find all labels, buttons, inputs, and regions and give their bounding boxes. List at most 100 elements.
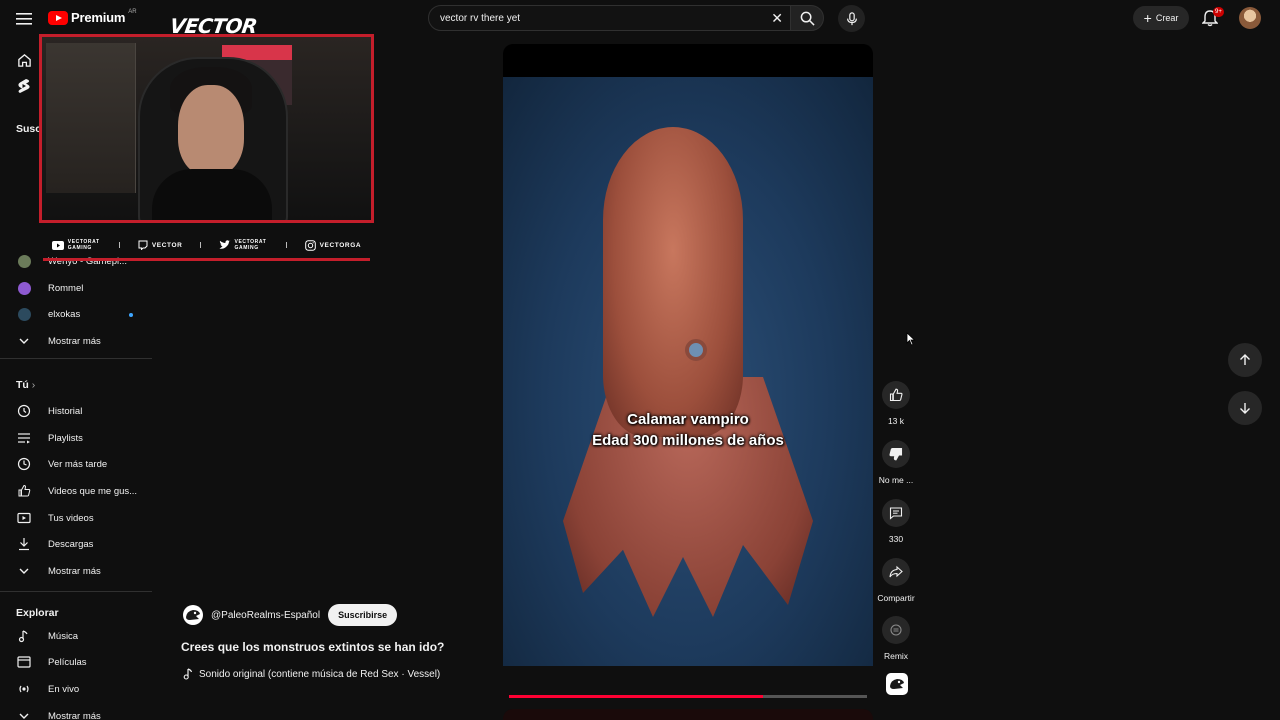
watch-later-icon (17, 457, 31, 471)
arrow-up-icon (1240, 354, 1250, 365)
show-more-you[interactable]: Mostrar más (0, 559, 152, 583)
sidebar-item-playlists[interactable]: Playlists (0, 426, 152, 450)
share-button[interactable]: Compartir (875, 558, 917, 603)
arrow-down-icon (1240, 403, 1250, 414)
channel-avatar (17, 281, 31, 295)
chevron-down-icon (19, 338, 29, 344)
show-more-label: Mostrar más (48, 565, 101, 577)
you-heading[interactable]: Tú › (16, 379, 35, 391)
show-more-explore[interactable]: Mostrar más (0, 704, 152, 720)
you-heading-label: Tú (16, 379, 29, 391)
sidebar-item-your-videos[interactable]: Tus videos (0, 506, 152, 530)
video-caption: Calamar vampiro Edad 300 millones de año… (503, 409, 873, 451)
sidebar-item-label: En vivo (48, 683, 80, 695)
progress-bar[interactable] (509, 695, 867, 698)
subscribe-button[interactable]: Suscribirse (328, 604, 398, 626)
clear-search-icon[interactable]: ✕ (771, 11, 783, 25)
show-more-label: Mostrar más (48, 710, 101, 720)
search-input[interactable]: vector rv there yet ✕ (428, 5, 792, 31)
create-label: Crear (1155, 13, 1179, 23)
social-label: VECTORGA (319, 241, 362, 249)
channel-avatar[interactable] (183, 605, 203, 625)
account-avatar[interactable] (1239, 7, 1261, 29)
sidebar-item-movies[interactable]: Películas (0, 650, 152, 674)
video-frame: Calamar vampiro Edad 300 millones de año… (503, 77, 873, 666)
social-label: VECTORAT GAMING (67, 239, 100, 251)
home-icon[interactable] (14, 50, 34, 70)
search-button[interactable] (790, 5, 824, 31)
microphone-icon (846, 11, 857, 25)
social-instagram: VECTORGA (304, 239, 362, 251)
sidebar-item-label: Historial (48, 405, 83, 417)
sidebar-item-watch-later[interactable]: Ver más tarde (0, 452, 152, 476)
webcam-shelf (46, 43, 136, 193)
menu-icon[interactable] (14, 9, 34, 29)
dislike-label: No me ... (878, 475, 914, 485)
caption-line: Edad 300 millones de años (592, 432, 784, 449)
voice-search-button[interactable] (838, 5, 865, 32)
subscription-item[interactable]: Rommel (0, 276, 152, 300)
separator (199, 242, 201, 248)
youtube-logo-icon (48, 10, 68, 25)
like-count: 13 k (887, 416, 905, 426)
sidebar-item-label: Descargas (48, 538, 94, 550)
overlay-accent-bar (43, 258, 370, 261)
social-twitter: VECTORAT GAMING (219, 239, 269, 251)
video-title[interactable]: Crees que los monstruos extintos se han … (181, 640, 444, 654)
movies-icon (17, 656, 31, 668)
playlists-icon (18, 433, 30, 444)
sound-thumbnail[interactable] (886, 673, 908, 695)
channel-avatar (17, 307, 31, 321)
youtube-logo[interactable]: Premium AR (48, 9, 137, 25)
sidebar-item-music[interactable]: Música (0, 624, 152, 648)
dinosaur-skull-icon (890, 679, 904, 689)
social-label: VECTORAT GAMING (234, 239, 267, 251)
dislike-button[interactable]: No me ... (875, 440, 917, 485)
chevron-down-icon (19, 713, 29, 719)
divider (0, 591, 152, 592)
caption-line: Calamar vampiro (627, 411, 749, 428)
sidebar-item-liked-videos[interactable]: Videos que me gus... (0, 479, 152, 503)
webcam-body (152, 169, 272, 220)
sidebar-item-history[interactable]: Historial (0, 399, 152, 423)
social-label: VECTOR (151, 241, 183, 249)
previous-short-button[interactable] (1228, 343, 1262, 377)
comments-count: 330 (888, 534, 904, 544)
shorts-icon[interactable] (14, 76, 34, 96)
social-youtube: VECTORAT GAMING (51, 239, 102, 251)
liked-icon (18, 484, 31, 497)
thumbs-down-icon (889, 447, 903, 461)
logo-text: Premium (71, 10, 126, 25)
notification-badge: 9+ (1213, 7, 1224, 17)
like-button[interactable]: 13 k (875, 381, 917, 426)
sidebar-item-live[interactable]: En vivo (0, 677, 152, 701)
remix-button[interactable]: Remix (875, 616, 917, 661)
show-more-subscriptions[interactable]: Mostrar más (0, 329, 152, 353)
webcam-face (178, 85, 244, 175)
share-icon (889, 565, 903, 578)
squid-mantle (603, 127, 743, 437)
remix-icon (890, 624, 902, 636)
explore-heading: Explorar (16, 607, 59, 619)
sidebar-item-label: Música (48, 630, 79, 642)
next-short-button[interactable] (1228, 391, 1262, 425)
chevron-down-icon (19, 568, 29, 574)
sidebar-item-label: Ver más tarde (48, 458, 108, 470)
comments-button[interactable]: 330 (875, 499, 917, 544)
chevron-right-icon: › (31, 379, 36, 391)
search-value[interactable]: vector rv there yet (440, 13, 520, 24)
sidebar-item-downloads[interactable]: Descargas (0, 532, 152, 556)
youtube-icon (51, 240, 64, 250)
channel-row: @PaleoRealms-Español Suscribirse (183, 604, 398, 626)
instagram-icon (304, 239, 316, 251)
shorts-player[interactable]: Calamar vampiro Edad 300 millones de año… (503, 44, 873, 666)
sound-link[interactable]: Sonido original (contiene música de Red … (183, 668, 440, 680)
subscription-label: Rommel (48, 282, 84, 294)
sound-label: Sonido original (contiene música de Red … (199, 668, 441, 680)
music-note-icon (183, 668, 193, 680)
share-label: Compartir (877, 593, 915, 603)
create-button[interactable]: + Crear (1133, 6, 1189, 30)
music-icon (18, 630, 28, 643)
dinosaur-skull-icon (186, 610, 200, 620)
channel-handle[interactable]: @PaleoRealms-Español (211, 610, 320, 621)
